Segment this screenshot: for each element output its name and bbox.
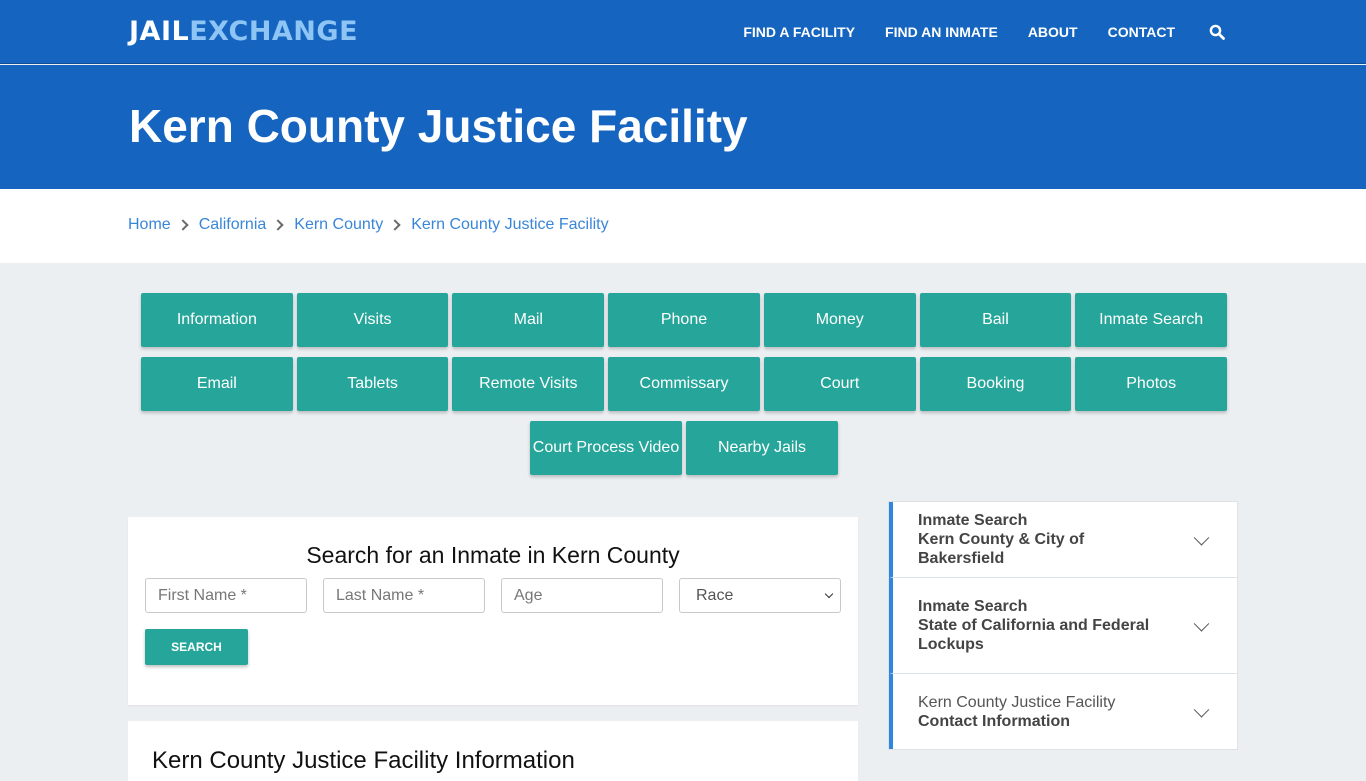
nav-about[interactable]: ABOUT	[1028, 24, 1078, 40]
topic-email-button[interactable]: Email	[140, 357, 293, 411]
topic-row-2: Email Tablets Remote Visits Commissary C…	[139, 357, 1229, 411]
topic-visits-button[interactable]: Visits	[296, 293, 449, 347]
chevron-right-icon	[389, 219, 401, 231]
nav-contact[interactable]: CONTACT	[1108, 24, 1175, 40]
nav-find-facility[interactable]: FIND A FACILITY	[743, 24, 855, 40]
breadcrumb: Home California Kern County Kern County …	[128, 216, 609, 234]
accordion-line2: Contact Information	[918, 712, 1070, 730]
breadcrumb-california[interactable]: California	[199, 216, 267, 234]
race-select[interactable]: Race	[679, 578, 841, 613]
main-nav: FIND A FACILITY FIND AN INMATE ABOUT CON…	[713, 0, 1225, 64]
topic-court-button[interactable]: Court	[763, 357, 916, 411]
topic-row-1: Information Visits Mail Phone Money Bail…	[139, 293, 1229, 347]
breadcrumb-bar: Home California Kern County Kern County …	[0, 189, 1366, 263]
top-navbar: JAILEXCHANGE FIND A FACILITY FIND AN INM…	[0, 0, 1366, 64]
accordion-state-federal-search[interactable]: Inmate Search State of California and Fe…	[889, 578, 1237, 674]
accordion-line1: Inmate Search	[918, 598, 1028, 615]
logo-jail: JAIL	[129, 16, 190, 47]
sidebar-accordion: Inmate Search Kern County & City of Bake…	[888, 501, 1238, 750]
topic-tablets-button[interactable]: Tablets	[296, 357, 449, 411]
topic-inmate-search-button[interactable]: Inmate Search	[1075, 293, 1228, 347]
age-input[interactable]: Age	[501, 578, 663, 613]
logo-exchange: EXCHANGE	[189, 16, 359, 47]
accordion-line2: Kern County & City of Bakersfield	[918, 531, 1085, 567]
site-logo[interactable]: JAILEXCHANGE	[129, 16, 358, 47]
hero-banner: Kern County Justice Facility	[0, 65, 1366, 189]
topic-money-button[interactable]: Money	[763, 293, 916, 347]
breadcrumb-current[interactable]: Kern County Justice Facility	[411, 216, 608, 234]
inmate-search-title: Search for an Inmate in Kern County	[306, 542, 680, 568]
facility-info-title: Kern County Justice Facility Information	[152, 747, 575, 774]
breadcrumb-kern-county[interactable]: Kern County	[294, 216, 383, 234]
topic-photos-button[interactable]: Photos	[1075, 357, 1228, 411]
nav-find-inmate[interactable]: FIND AN INMATE	[885, 24, 998, 40]
chevron-down-icon	[824, 589, 834, 599]
topic-phone-button[interactable]: Phone	[608, 293, 760, 347]
topic-commissary-button[interactable]: Commissary	[608, 357, 760, 411]
topic-row-3: Court Process Video Nearby Jails	[139, 421, 1229, 475]
breadcrumb-home[interactable]: Home	[128, 216, 171, 234]
page-title: Kern County Justice Facility	[129, 100, 748, 152]
first-name-input[interactable]: First Name *	[145, 578, 307, 613]
accordion-kern-inmate-search[interactable]: Inmate Search Kern County & City of Bake…	[889, 502, 1237, 578]
topic-nearby-jails-button[interactable]: Nearby Jails	[686, 421, 838, 475]
race-select-value: Race	[696, 586, 734, 604]
accordion-line2: State of California and Federal Lockups	[918, 617, 1150, 653]
chevron-right-icon	[272, 219, 284, 231]
accordion-line1: Inmate Search	[918, 512, 1028, 529]
topic-button-grid: Information Visits Mail Phone Money Bail…	[139, 293, 1229, 485]
topic-booking-button[interactable]: Booking	[919, 357, 1072, 411]
accordion-contact-information[interactable]: Kern County Justice Facility Contact Inf…	[889, 674, 1237, 749]
search-submit-button[interactable]: SEARCH	[145, 629, 248, 665]
topic-bail-button[interactable]: Bail	[919, 293, 1072, 347]
chevron-down-icon	[1193, 529, 1210, 546]
accordion-line1: Kern County Justice Facility	[918, 693, 1116, 711]
search-icon[interactable]	[1209, 24, 1225, 40]
topic-information-button[interactable]: Information	[140, 293, 293, 347]
inmate-search-card: Search for an Inmate in Kern County Firs…	[128, 517, 858, 705]
facility-info-card: Kern County Justice Facility Information	[128, 721, 858, 781]
topic-remote-visits-button[interactable]: Remote Visits	[452, 357, 605, 411]
last-name-input[interactable]: Last Name *	[323, 578, 485, 613]
chevron-down-icon	[1193, 615, 1210, 632]
topic-mail-button[interactable]: Mail	[452, 293, 605, 347]
chevron-right-icon	[177, 219, 189, 231]
chevron-down-icon	[1193, 701, 1210, 718]
topic-court-process-video-button[interactable]: Court Process Video	[530, 421, 682, 475]
